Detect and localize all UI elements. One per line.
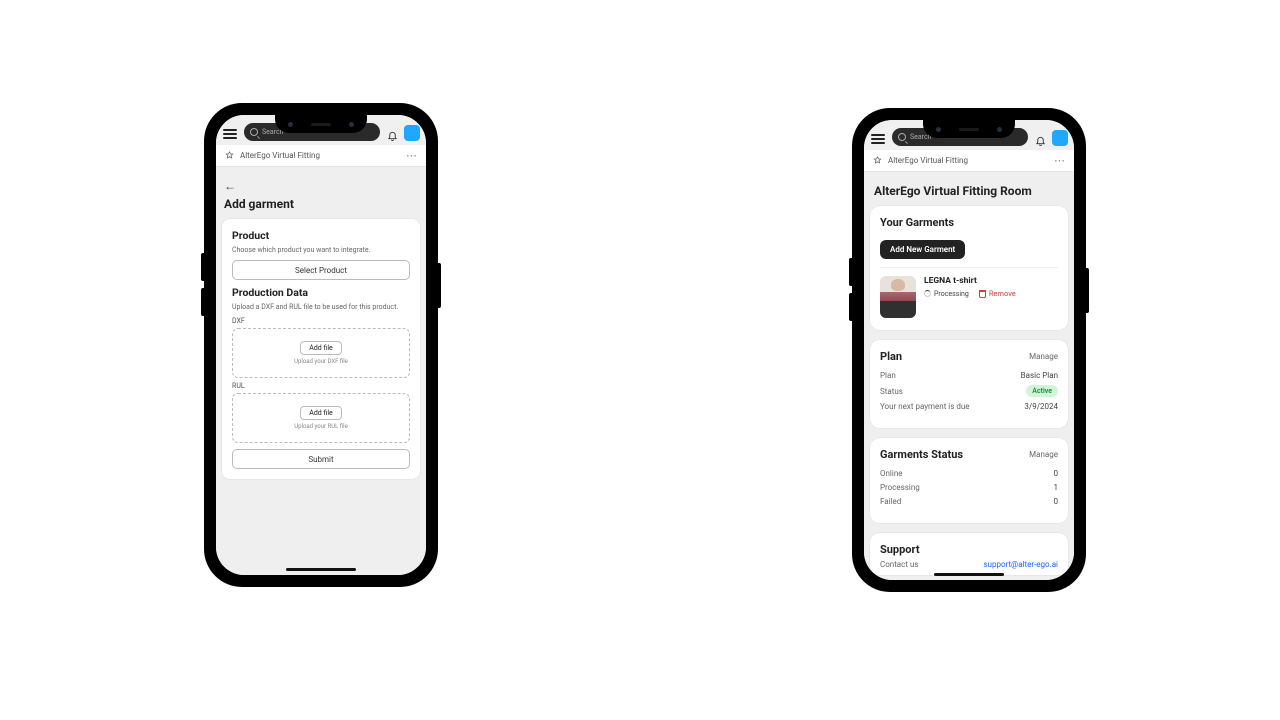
screen-right: Search AlterEgo Virtual Fitting ⋯ AlterE…: [864, 120, 1074, 580]
gs-manage-link[interactable]: Manage: [1029, 450, 1058, 459]
page-title: AlterEgo Virtual Fitting Room: [870, 178, 1068, 206]
screen-left: Search AlterEgo Virtual Fitting ⋯ ← Add …: [216, 115, 426, 575]
home-indicator[interactable]: [934, 573, 1004, 576]
content-left: ← Add garment Product Choose which produ…: [216, 167, 426, 575]
gs-failed-val: 0: [1054, 497, 1059, 506]
notch: [275, 115, 367, 133]
garment-thumbnail[interactable]: [880, 276, 916, 318]
avatar[interactable]: [404, 125, 420, 141]
search-icon: [250, 128, 258, 136]
app-title-bar: AlterEgo Virtual Fitting ⋯: [216, 145, 426, 167]
notch: [923, 120, 1015, 138]
garment-name: LEGNA t-shirt: [924, 276, 1058, 286]
section-pd-desc: Upload a DXF and RUL file to be used for…: [232, 303, 410, 311]
gs-failed-key: Failed: [880, 497, 901, 506]
support-email-link[interactable]: support@alter-ego.ai: [983, 560, 1058, 569]
status-key: Status: [880, 387, 903, 396]
menu-icon[interactable]: [222, 127, 238, 141]
gs-title: Garments Status: [880, 448, 963, 461]
rul-add-file-button[interactable]: Add file: [300, 406, 342, 420]
dxf-add-file-button[interactable]: Add file: [300, 341, 342, 355]
card-garments: Your Garments Add New Garment LEGNA t-sh…: [870, 206, 1068, 330]
app-icon: [224, 151, 234, 161]
avatar[interactable]: [1052, 130, 1068, 146]
plan-title: Plan: [880, 350, 902, 363]
remove-label: Remove: [989, 289, 1016, 298]
menu-icon[interactable]: [870, 132, 886, 146]
card-support: Support Contact us support@alter-ego.ai: [870, 533, 1068, 575]
app-icon: [872, 156, 882, 166]
notifications-icon[interactable]: [1034, 134, 1046, 146]
app-title-bar: AlterEgo Virtual Fitting ⋯: [864, 150, 1074, 172]
section-product-title: Product: [232, 229, 410, 242]
rul-hint: Upload your RUL file: [294, 423, 348, 430]
plan-key: Plan: [880, 371, 896, 380]
garment-row: LEGNA t-shirt Processing Remove: [880, 267, 1058, 318]
add-new-garment-button[interactable]: Add New Garment: [880, 240, 965, 259]
app-title: AlterEgo Virtual Fitting: [240, 151, 400, 160]
status-badge: Active: [1026, 385, 1058, 397]
submit-button[interactable]: Submit: [232, 449, 410, 469]
garments-title: Your Garments: [880, 216, 954, 229]
section-product-desc: Choose which product you want to integra…: [232, 246, 410, 254]
gs-processing-val: 1: [1054, 483, 1059, 492]
gs-online-val: 0: [1054, 469, 1059, 478]
gs-online-key: Online: [880, 469, 902, 478]
support-title: Support: [880, 543, 920, 556]
plan-value: Basic Plan: [1021, 371, 1058, 380]
select-product-button[interactable]: Select Product: [232, 260, 410, 280]
content-right: AlterEgo Virtual Fitting Room Your Garme…: [864, 172, 1074, 580]
back-button[interactable]: ←: [222, 173, 238, 195]
card-product-and-data: Product Choose which product you want to…: [222, 219, 420, 479]
page-title: Add garment: [222, 195, 420, 219]
phone-frame-right: Search AlterEgo Virtual Fitting ⋯ AlterE…: [852, 108, 1086, 592]
due-key: Your next payment is due: [880, 402, 970, 411]
support-key: Contact us: [880, 560, 918, 569]
section-pd-title: Production Data: [232, 286, 410, 299]
due-value: 3/9/2024: [1024, 402, 1058, 411]
app-title: AlterEgo Virtual Fitting: [888, 156, 1048, 165]
garment-status: Processing: [924, 290, 969, 298]
dxf-hint: Upload your DXF file: [294, 358, 348, 365]
spinner-icon: [924, 290, 931, 297]
home-indicator[interactable]: [286, 568, 356, 571]
garment-status-text: Processing: [934, 290, 969, 298]
more-icon[interactable]: ⋯: [406, 150, 418, 161]
notifications-icon[interactable]: [386, 129, 398, 141]
rul-dropzone[interactable]: Add file Upload your RUL file: [232, 393, 410, 443]
dxf-label: DXF: [232, 317, 410, 325]
card-plan: Plan Manage Plan Basic Plan Status Activ…: [870, 340, 1068, 428]
dxf-dropzone[interactable]: Add file Upload your DXF file: [232, 328, 410, 378]
remove-button[interactable]: Remove: [979, 289, 1016, 298]
search-icon: [898, 133, 906, 141]
trash-icon: [979, 290, 986, 298]
rul-label: RUL: [232, 382, 410, 390]
phone-frame-left: Search AlterEgo Virtual Fitting ⋯ ← Add …: [204, 103, 438, 587]
plan-manage-link[interactable]: Manage: [1029, 352, 1058, 361]
more-icon[interactable]: ⋯: [1054, 155, 1066, 166]
gs-processing-key: Processing: [880, 483, 920, 492]
card-garments-status: Garments Status Manage Online 0 Processi…: [870, 438, 1068, 523]
